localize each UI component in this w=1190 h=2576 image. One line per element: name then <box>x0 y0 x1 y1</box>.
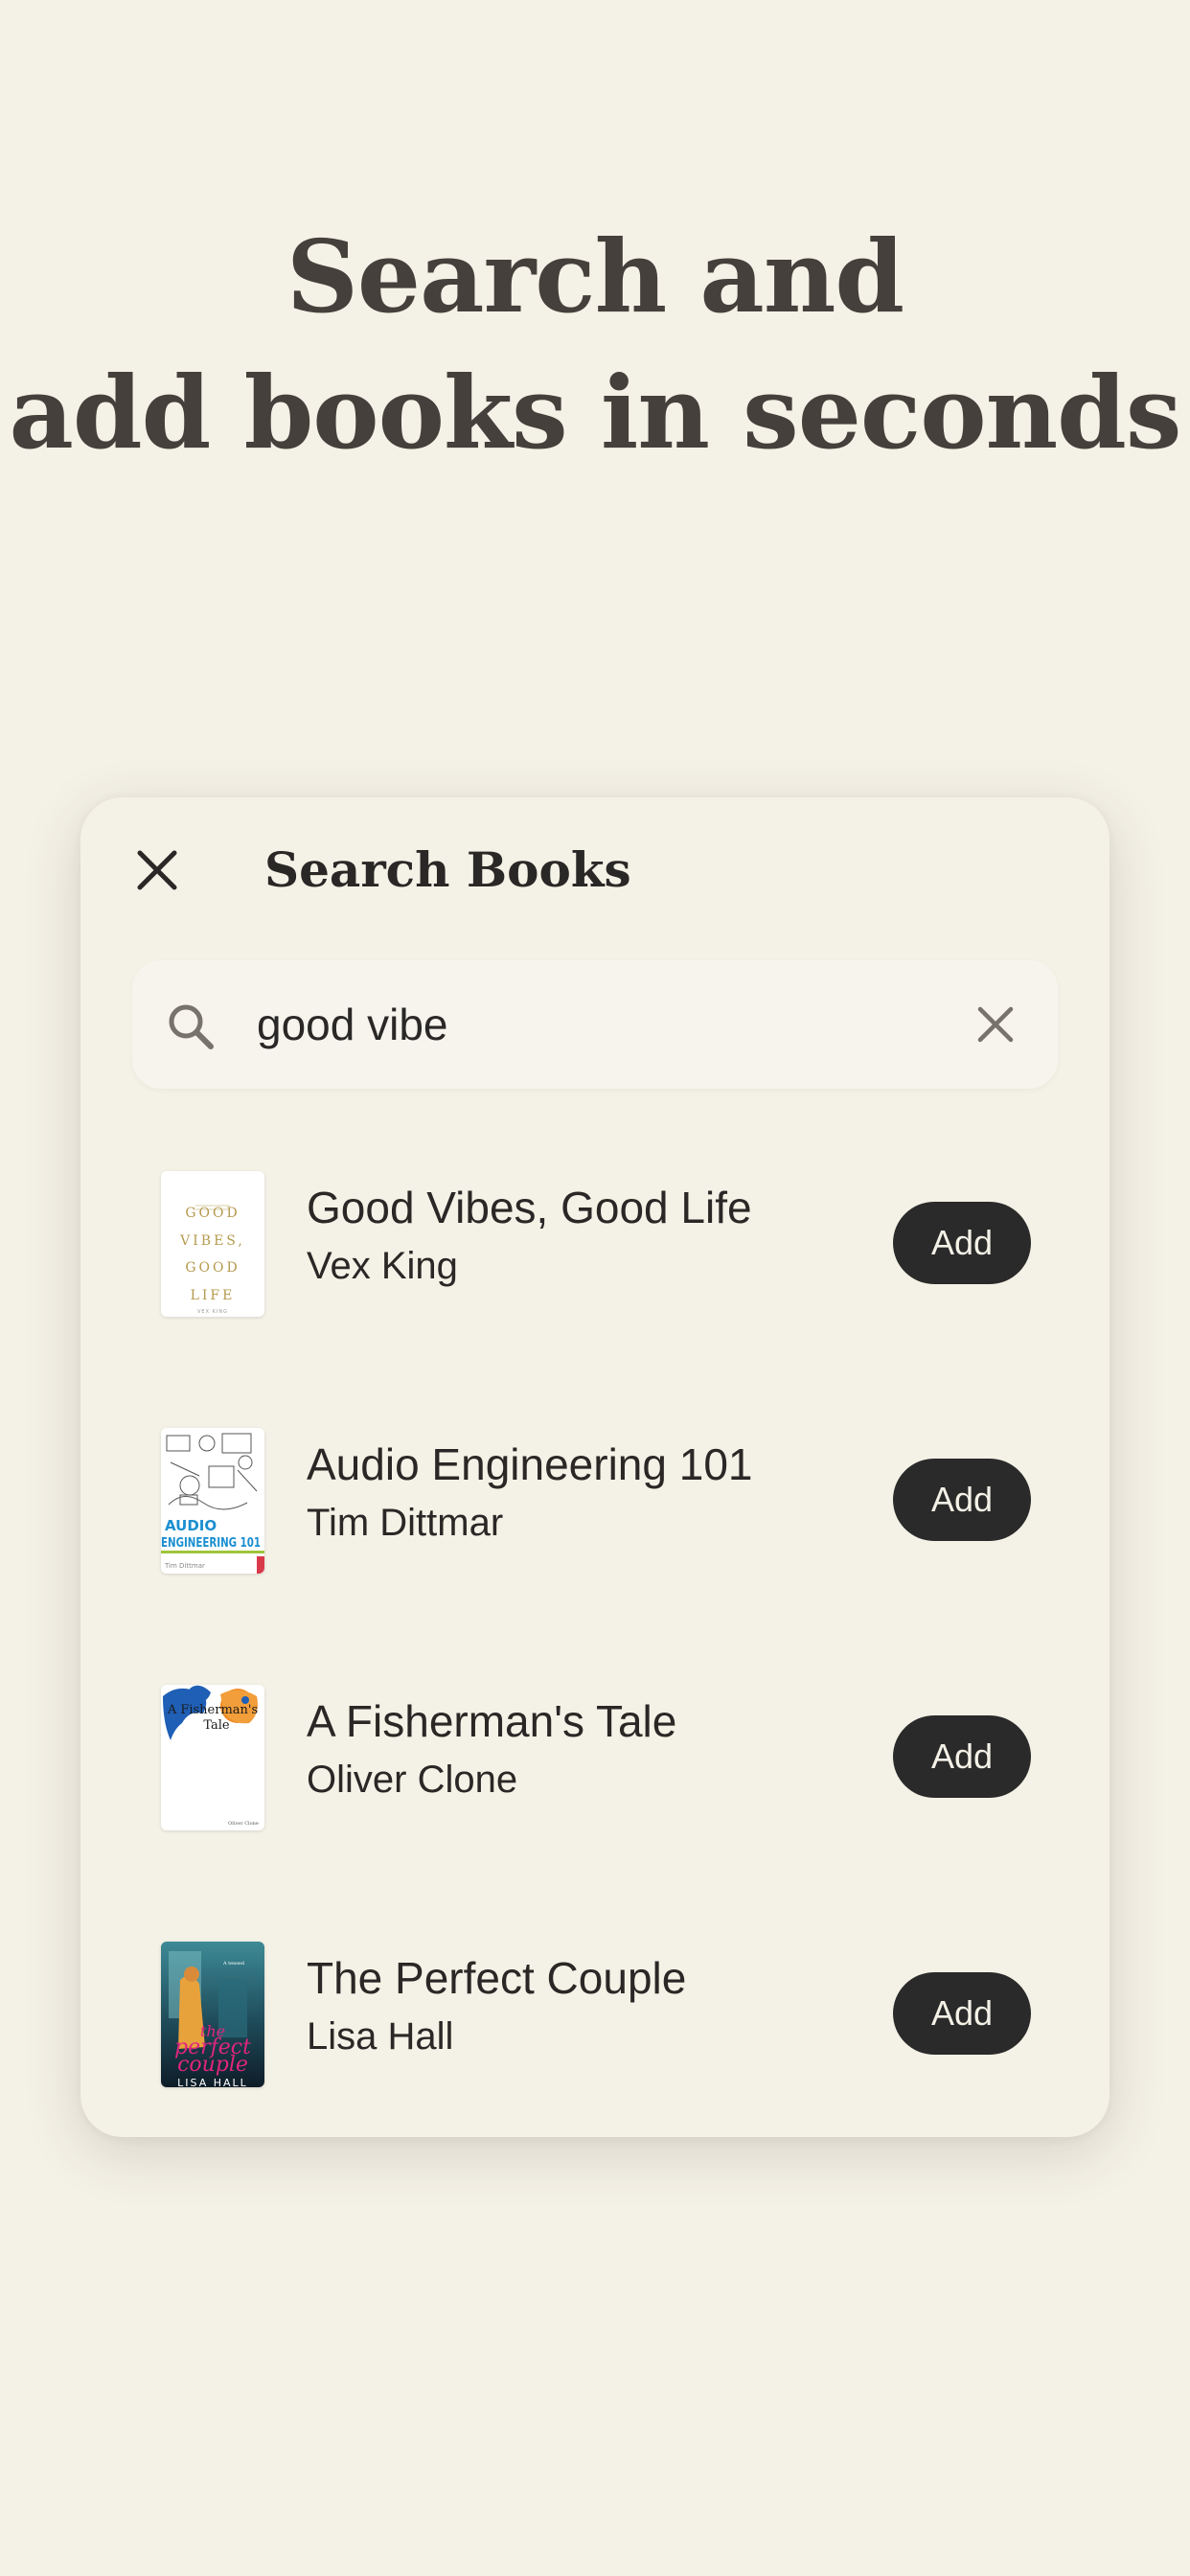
search-books-modal: Search Books GOOD VIBES, GOO <box>80 797 1110 2137</box>
book-title: Audio Engineering 101 <box>307 1439 753 1489</box>
cover-text: Oliver Clone <box>228 1821 259 1827</box>
book-cover: AUDIO ENGINEERING 101 Tim Dittmar <box>161 1428 264 1574</box>
book-author: Lisa Hall <box>307 2015 454 2058</box>
add-book-button[interactable]: Add <box>893 1715 1031 1798</box>
book-title: The Perfect Couple <box>307 1953 687 2003</box>
cover-text: couple <box>177 2053 248 2077</box>
cover-text: LIFE <box>191 1288 236 1303</box>
book-cover: GOOD VIBES, GOOD LIFE VEX KING <box>161 1171 264 1317</box>
book-title: A Fisherman's Tale <box>307 1696 677 1746</box>
cover-text: Tim Dittmar <box>164 1562 205 1570</box>
cover-text: A Fisherman's <box>167 1703 258 1717</box>
cover-text: GOOD <box>185 1260 240 1276</box>
result-row[interactable]: A tensed the perfect couple LISA HALL Th… <box>80 1942 1110 2091</box>
svg-text:A tensed: A tensed <box>222 1961 245 1966</box>
book-author: Tim Dittmar <box>307 1502 504 1544</box>
book-cover: A Fisherman's Tale Oliver Clone <box>161 1685 264 1830</box>
headline-line-1: Search and <box>286 218 904 335</box>
search-results: GOOD VIBES, GOOD LIFE VEX KING Good Vibe… <box>80 797 1110 2137</box>
headline: Search and add books in seconds <box>0 209 1190 481</box>
add-book-button[interactable]: Add <box>893 1459 1031 1541</box>
cover-text: LISA HALL <box>177 2077 248 2087</box>
cover-text: GOOD <box>185 1206 240 1221</box>
add-book-button[interactable]: Add <box>893 1972 1031 2055</box>
book-title: Good Vibes, Good Life <box>307 1183 752 1232</box>
headline-line-2: add books in seconds <box>9 354 1182 472</box>
cover-text: ENGINEERING 101 <box>161 1536 261 1551</box>
cover-text: Tale <box>203 1718 230 1733</box>
cover-text: VEX KING <box>197 1309 228 1315</box>
book-cover: A tensed the perfect couple LISA HALL <box>161 1942 264 2087</box>
result-row[interactable]: GOOD VIBES, GOOD LIFE VEX KING Good Vibe… <box>80 1171 1110 1321</box>
cover-text: AUDIO <box>165 1517 217 1534</box>
book-author: Oliver Clone <box>307 1759 518 1801</box>
add-book-button[interactable]: Add <box>893 1202 1031 1284</box>
result-row[interactable]: A Fisherman's Tale Oliver Clone A Fisher… <box>80 1685 1110 1834</box>
book-author: Vex King <box>307 1245 458 1287</box>
cover-text: VIBES, <box>179 1233 245 1249</box>
result-row[interactable]: AUDIO ENGINEERING 101 Tim Dittmar Audio … <box>80 1428 1110 1577</box>
